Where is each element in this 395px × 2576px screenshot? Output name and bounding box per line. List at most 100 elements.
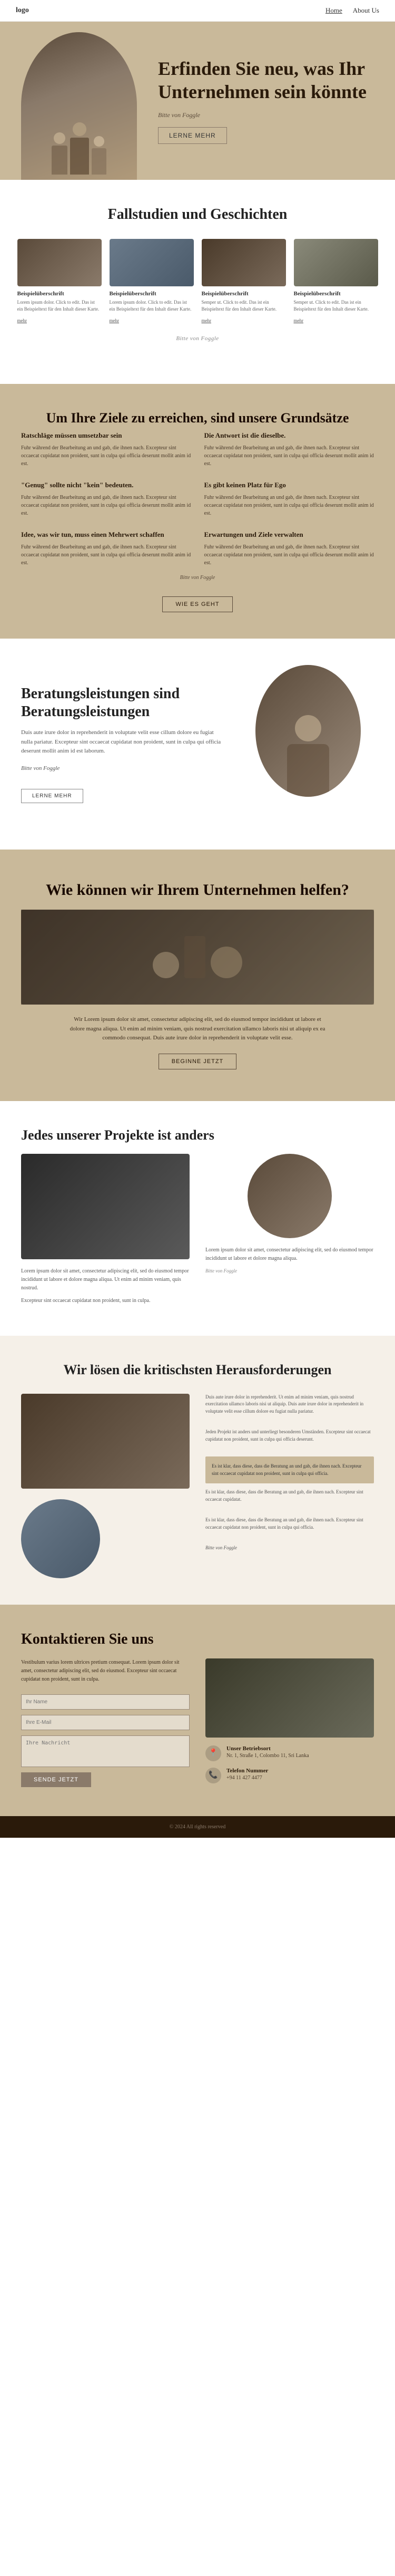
consulting-subtitle: Bitte von Foggle: [21, 764, 221, 774]
contact-location-title: Unser Betriebsort: [226, 1745, 309, 1752]
case-card-text-1: Lorem ipsum dolor. Click to edit. Das is…: [17, 299, 102, 312]
case-card-more-4[interactable]: mehr: [294, 318, 304, 323]
phone-icon: 📞: [205, 1768, 221, 1783]
footer-text: © 2024 All rights reserved: [170, 1824, 225, 1830]
projects-left-image: [21, 1154, 190, 1259]
challenges-title: Wir lösen die kritischsten Herausforderu…: [21, 1362, 374, 1378]
case-card-text-4: Semper ut. Click to edit. Das ist ein Be…: [294, 299, 378, 312]
contact-section: Kontaktieren Sie uns Vestibulum varius l…: [0, 1605, 395, 1816]
principles-cta-button[interactable]: WIE ES GEHT: [162, 596, 232, 612]
principle-text-6: Fuhr während der Bearbeitung an und gab,…: [204, 543, 374, 567]
contact-submit-button[interactable]: SENDE JETZT: [21, 1772, 91, 1787]
contact-layout: Vestibulum varius lorem ultrices pretium…: [21, 1658, 374, 1790]
consulting-section: Beratungsleistungen sind Beratungsleistu…: [0, 639, 395, 850]
challenge-sub: Bitte von Foggle: [205, 1545, 374, 1552]
challenges-section: Wir lösen die kritischsten Herausforderu…: [0, 1336, 395, 1605]
challenge-circle-image: [21, 1499, 100, 1578]
case-card-4: Beispielüberschrift Semper ut. Click to …: [294, 239, 378, 325]
projects-title: Jedes unserer Projekte ist anders: [21, 1127, 374, 1143]
hero-content: Erfinden Sie neu, was Ihr Unternehmen se…: [158, 57, 374, 143]
help-text: Wir Lorem ipsum dolor sit amet, consecte…: [66, 1015, 329, 1043]
principles-subtitle: Bitte von Foggle: [21, 575, 374, 581]
case-card-title-3: Beispielüberschrift: [202, 291, 286, 297]
challenge-right-text1: Es ist klar, dass diese, dass die Beratu…: [205, 1489, 374, 1503]
principle-1: Ratschläge müssen umsetzbar sein Fuhr wä…: [21, 431, 191, 468]
challenge-text2: Jeden Projekt ist anders und unterliegt …: [205, 1429, 374, 1443]
contact-message-input[interactable]: [21, 1735, 190, 1767]
case-card-image-2: [110, 239, 194, 286]
contact-location-item: 📍 Unser Betriebsort Nr. 1, Straße 1, Col…: [205, 1745, 374, 1761]
nav-link-home[interactable]: Home: [325, 6, 342, 15]
hero-image: [21, 32, 137, 180]
challenge-text1: Duis aute irure dolor in reprehenderit. …: [205, 1394, 374, 1415]
projects-right: Lorem ipsum dolor sit amet, consectetur …: [205, 1154, 374, 1279]
case-studies-section: Fallstudien und Geschichten Beispielüber…: [0, 180, 395, 384]
projects-right-text: Lorem ipsum dolor sit amet, consectetur …: [205, 1246, 374, 1263]
case-card-title-4: Beispielüberschrift: [294, 291, 378, 297]
contact-phone-text: Telefon Nummer +94 11 427 4477: [226, 1768, 268, 1781]
consulting-cta-button[interactable]: LERNE MEHR: [21, 789, 83, 803]
principle-text-4: Fuhr während der Bearbeitung an und gab,…: [204, 494, 374, 517]
principle-title-4: Es gibt keinen Platz für Ego: [204, 481, 374, 489]
contact-name-input[interactable]: [21, 1694, 190, 1710]
nav-links: Home About Us: [325, 6, 379, 15]
case-card-more-2[interactable]: mehr: [110, 318, 120, 323]
principle-title-2: Die Antwort ist die dieselbe.: [204, 431, 374, 440]
nav-link-about[interactable]: About Us: [353, 6, 379, 15]
challenge-highlight: Es ist klar, dass diese, dass die Beratu…: [205, 1456, 374, 1483]
case-cards-container: Beispielüberschrift Lorem ipsum dolor. C…: [16, 239, 379, 325]
help-cta-button[interactable]: BEGINNE JETZT: [159, 1054, 237, 1069]
principles-section: Um Ihre Ziele zu erreichen, sind unsere …: [0, 384, 395, 639]
projects-right-image: [248, 1154, 332, 1238]
case-card-image-4: [294, 239, 378, 286]
contact-info: 📍 Unser Betriebsort Nr. 1, Straße 1, Col…: [205, 1745, 374, 1783]
challenge-image: [21, 1394, 190, 1489]
projects-left-text2: Excepteur sint occaecat cupidatat non pr…: [21, 1297, 190, 1305]
principle-text-5: Fuhr während der Bearbeitung an und gab,…: [21, 543, 191, 567]
navbar: logo Home About Us: [0, 0, 395, 22]
case-card-2: Beispielüberschrift Lorem ipsum dolor. C…: [110, 239, 194, 325]
nav-logo: logo: [16, 6, 29, 15]
case-studies-title: Fallstudien und Geschichten: [16, 206, 379, 223]
principle-2: Die Antwort ist die dieselbe. Fuhr währe…: [204, 431, 374, 468]
principle-text-2: Fuhr während der Bearbeitung an und gab,…: [204, 444, 374, 468]
consulting-text: Beratungsleistungen sind Beratungsleistu…: [21, 685, 221, 804]
consulting-image: [242, 665, 374, 823]
case-card-1: Beispielüberschrift Lorem ipsum dolor. C…: [17, 239, 102, 325]
case-card-more-3[interactable]: mehr: [202, 318, 212, 323]
consulting-text-body: Duis aute irure dolor in reprehenderit i…: [21, 728, 221, 756]
contact-email-input[interactable]: [21, 1715, 190, 1730]
case-card-title-1: Beispielüberschrift: [17, 291, 102, 297]
principle-6: Erwartungen und Ziele verwalten Fuhr wäh…: [204, 530, 374, 567]
projects-section: Jedes unserer Projekte ist anders Lorem …: [0, 1101, 395, 1336]
contact-title: Kontaktieren Sie uns: [21, 1631, 374, 1648]
help-image: [21, 910, 374, 1005]
principles-title: Um Ihre Ziele zu erreichen, sind unsere …: [21, 410, 374, 426]
case-card-text-3: Semper ut. Click to edit. Das ist ein Be…: [202, 299, 286, 312]
challenge-right-text2: Es ist klar, dass diese, dass die Beratu…: [205, 1517, 374, 1531]
principle-title-3: "Genug" sollte nicht "kein" bedeuten.: [21, 481, 191, 489]
projects-left: Lorem ipsum dolor sit amet, consectetur …: [21, 1154, 190, 1309]
contact-phone-item: 📞 Telefon Nummer +94 11 427 4477: [205, 1768, 374, 1783]
case-card-title-2: Beispielüberschrift: [110, 291, 194, 297]
principles-grid: Ratschläge müssen umsetzbar sein Fuhr wä…: [21, 431, 374, 567]
principle-4: Es gibt keinen Platz für Ego Fuhr währen…: [204, 481, 374, 517]
footer: © 2024 All rights reserved: [0, 1816, 395, 1838]
case-card-image-3: [202, 239, 286, 286]
principle-5: Idee, was wir tun, muss einen Mehrwert s…: [21, 530, 191, 567]
principle-3: "Genug" sollte nicht "kein" bedeuten. Fu…: [21, 481, 191, 517]
principle-text-3: Fuhr während der Bearbeitung an und gab,…: [21, 494, 191, 517]
contact-phone-number: +94 11 427 4477: [226, 1775, 268, 1781]
contact-form: SENDE JETZT: [21, 1694, 190, 1787]
principle-text-1: Fuhr während der Bearbeitung an und gab,…: [21, 444, 191, 468]
contact-right: 📍 Unser Betriebsort Nr. 1, Straße 1, Col…: [205, 1658, 374, 1790]
hero-cta-button[interactable]: LERNE MEHR: [158, 127, 227, 144]
case-card-3: Beispielüberschrift Semper ut. Click to …: [202, 239, 286, 325]
challenges-grid: Duis aute irure dolor in reprehenderit. …: [21, 1394, 374, 1578]
contact-description: Vestibulum varius lorem ultrices pretium…: [21, 1658, 190, 1684]
case-card-text-2: Lorem ipsum dolor. Click to edit. Das is…: [110, 299, 194, 312]
help-title: Wie können wir Ihrem Unternehmen helfen?: [21, 881, 374, 899]
case-card-more-1[interactable]: mehr: [17, 318, 27, 323]
projects-right-sub: Bitte von Foggle: [205, 1267, 374, 1275]
contact-phone-title: Telefon Nummer: [226, 1768, 268, 1774]
